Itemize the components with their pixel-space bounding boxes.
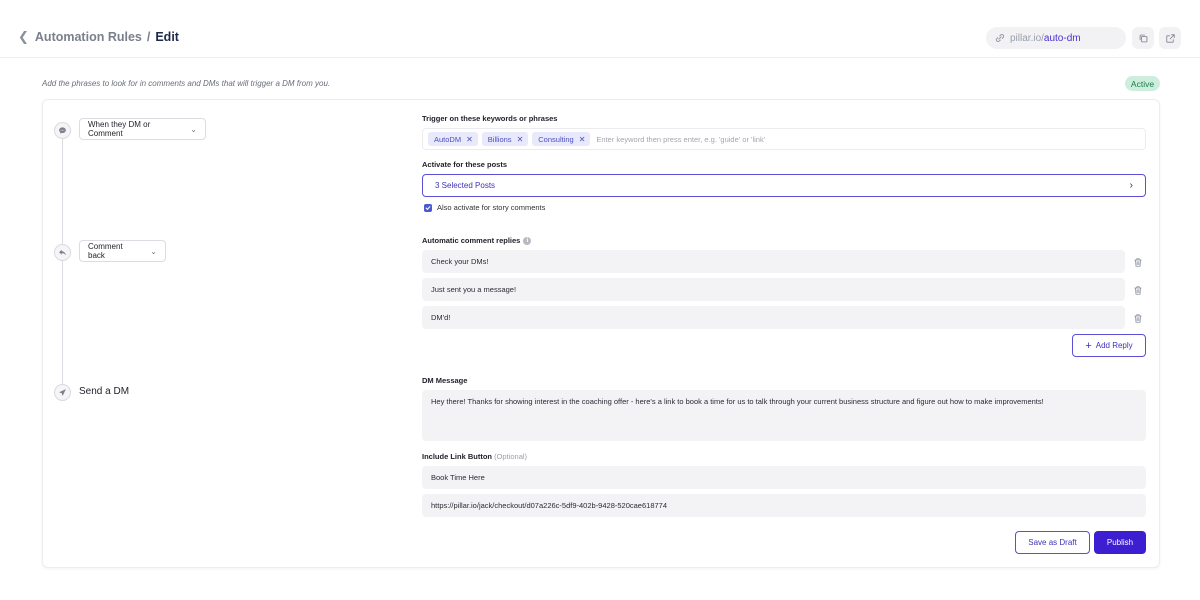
step-icon-reply — [54, 244, 71, 261]
posts-label: Activate for these posts — [422, 160, 508, 169]
open-external-button[interactable] — [1159, 27, 1181, 49]
keyword-tag-text: AutoDM — [434, 134, 462, 144]
publish-button[interactable]: Publish — [1094, 531, 1146, 554]
save-draft-button[interactable]: Save as Draft — [1015, 531, 1090, 554]
link-url-input[interactable]: https://pillar.io/jack/checkout/d07a226c… — [422, 494, 1146, 517]
story-comments-label: Also activate for story comments — [437, 203, 546, 212]
breadcrumb-separator: / — [146, 30, 151, 44]
dm-message-textarea[interactable]: Hey there! Thanks for showing interest i… — [422, 390, 1146, 441]
trash-icon[interactable] — [1133, 257, 1143, 268]
reply-type-label: Comment back — [88, 242, 123, 260]
keyword-tag[interactable]: AutoDM ✕ — [428, 132, 478, 146]
page-description: Add the phrases to look for in comments … — [42, 79, 331, 88]
reply-icon — [59, 249, 66, 256]
message-icon — [59, 127, 66, 134]
step-icon-trigger — [54, 122, 71, 139]
link-button-label-wrap: Include Link Button (Optional) — [422, 452, 527, 461]
plus-icon: + — [1085, 339, 1092, 352]
keyword-tag[interactable]: Consulting ✕ — [532, 132, 591, 146]
posts-select[interactable]: 3 Selected Posts › — [422, 174, 1146, 197]
breadcrumb-parent[interactable]: Automation Rules — [35, 30, 142, 44]
posts-selected-text: 3 Selected Posts — [435, 181, 496, 190]
trigger-label: Trigger on these keywords or phrases — [422, 114, 558, 123]
link-icon — [995, 33, 1005, 43]
close-icon[interactable]: ✕ — [466, 135, 473, 144]
trash-icon[interactable] — [1133, 285, 1143, 296]
send-icon — [59, 389, 66, 396]
close-icon[interactable]: ✕ — [517, 135, 524, 144]
keyword-input[interactable] — [596, 134, 897, 144]
replies-label: Automatic comment replies — [422, 236, 521, 245]
optional-hint: (Optional) — [494, 452, 528, 461]
chevron-right-icon: › — [1129, 180, 1133, 191]
breadcrumb: ❮ Automation Rules / Edit — [18, 29, 179, 45]
external-link-icon — [1165, 33, 1175, 43]
story-comments-checkbox[interactable] — [424, 203, 432, 212]
top-header: ❮ Automation Rules / Edit pillar.io/auto… — [0, 0, 1200, 58]
story-comments-option: Also activate for story comments — [424, 203, 545, 212]
timeline-connector — [62, 138, 63, 384]
url-slug: auto-dm — [1043, 32, 1081, 44]
checkmark-icon — [425, 205, 431, 210]
url-host: pillar.io/ — [1010, 32, 1044, 44]
keyword-tag-text: Billions — [487, 134, 512, 144]
status-badge: Active — [1125, 76, 1160, 91]
reply-type-select[interactable]: Comment back ⌄ — [79, 240, 166, 262]
reply-input[interactable]: DM'd! — [422, 306, 1125, 329]
trash-icon[interactable] — [1133, 313, 1143, 324]
reply-input[interactable]: Check your DMs! — [422, 250, 1125, 273]
link-button-label: Include Link Button — [422, 452, 492, 461]
trigger-type-label: When they DM or Comment — [88, 120, 151, 138]
reply-input[interactable]: Just sent you a message! — [422, 278, 1125, 301]
trigger-type-select[interactable]: When they DM or Comment ⌄ — [79, 118, 206, 140]
replies-label-wrap: Automatic comment replies i — [422, 236, 532, 246]
step-icon-send — [54, 384, 71, 401]
add-reply-label: Add Reply — [1095, 341, 1133, 350]
info-icon[interactable]: i — [523, 237, 532, 246]
chevron-down-icon: ⌄ — [190, 124, 197, 134]
keyword-input-box[interactable]: AutoDM ✕ Billions ✕ Consulting ✕ — [422, 128, 1146, 150]
breadcrumb-current: Edit — [155, 30, 179, 44]
close-icon[interactable]: ✕ — [579, 135, 586, 144]
dm-label: DM Message — [422, 376, 468, 385]
send-dm-label: Send a DM — [79, 386, 130, 397]
keyword-tag-text: Consulting — [538, 134, 574, 144]
copy-button[interactable] — [1132, 27, 1154, 49]
chevron-down-icon: ⌄ — [150, 246, 157, 256]
link-button-text-input[interactable]: Book Time Here — [422, 466, 1146, 489]
rule-url-pill[interactable]: pillar.io/auto-dm — [986, 27, 1126, 49]
keyword-tag[interactable]: Billions ✕ — [481, 132, 529, 146]
add-reply-button[interactable]: + Add Reply — [1072, 334, 1146, 357]
back-chevron-icon[interactable]: ❮ — [18, 29, 29, 45]
copy-icon — [1139, 34, 1147, 42]
